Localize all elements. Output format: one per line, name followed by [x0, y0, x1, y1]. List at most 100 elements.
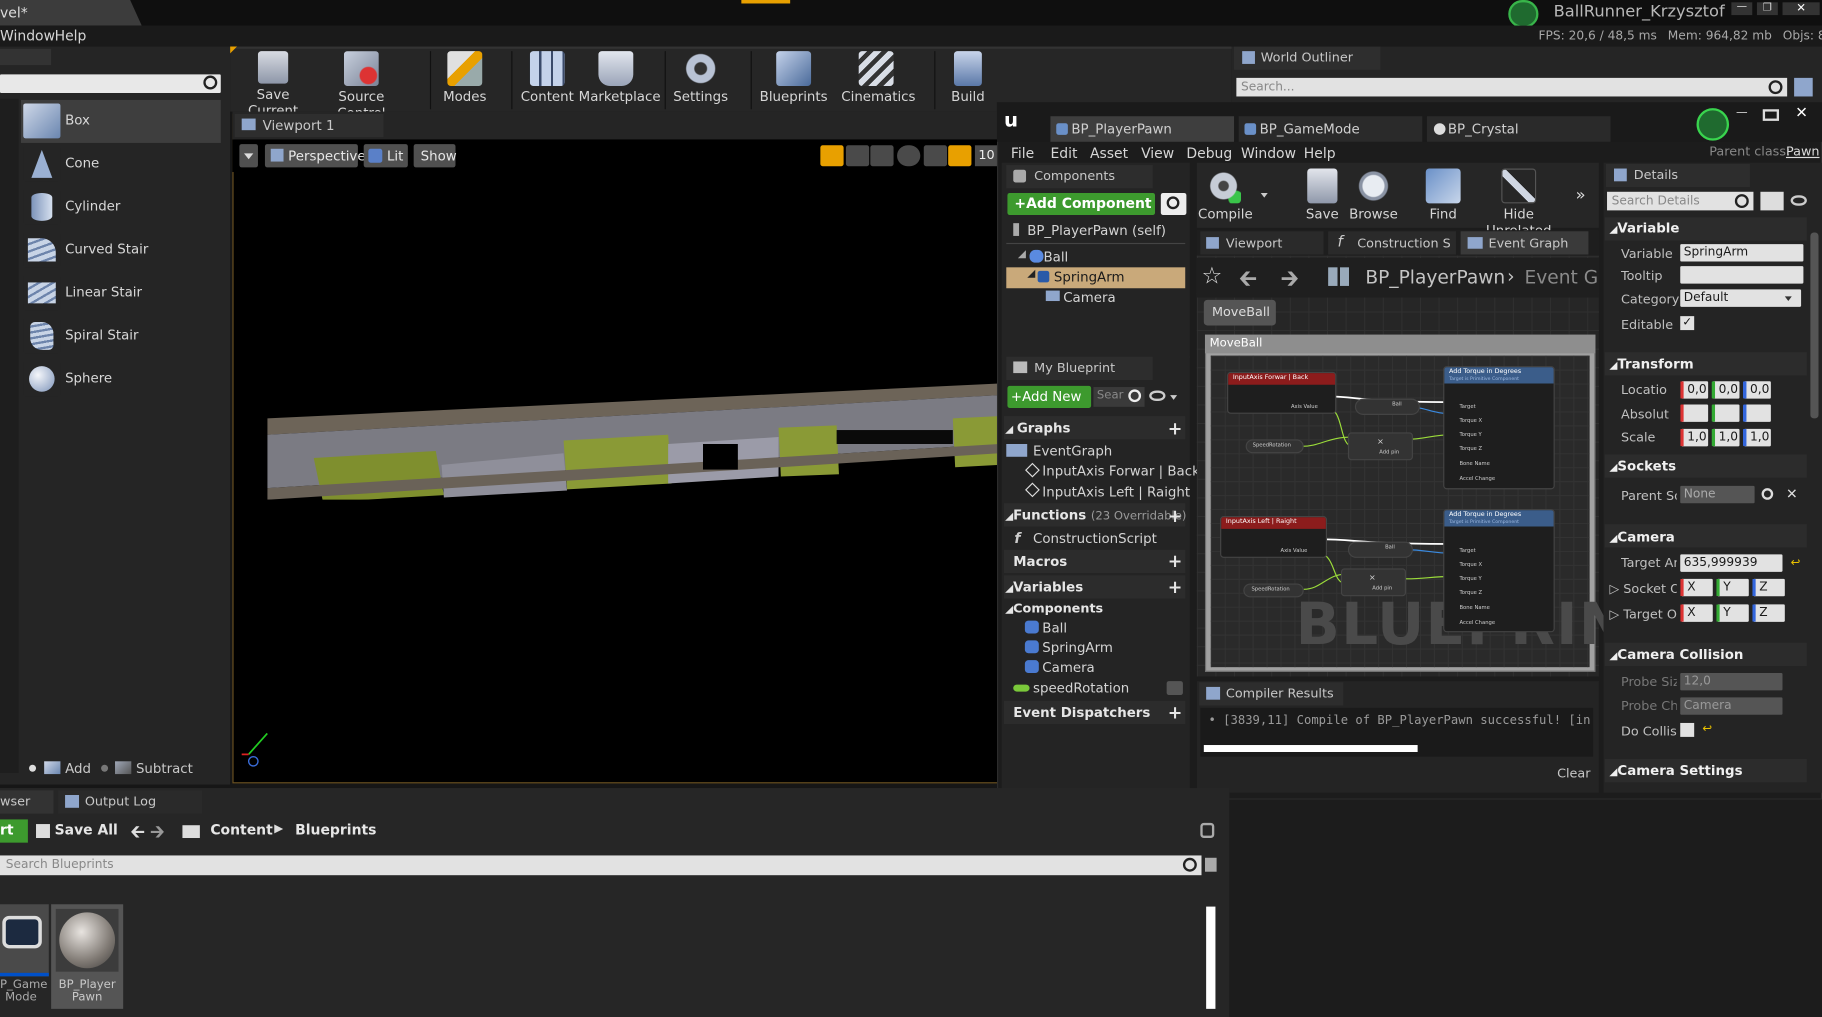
graphs-header[interactable]: ◢ Graphs [1005, 420, 1070, 436]
rotation-x[interactable] [1680, 404, 1709, 422]
scale-label[interactable]: Scale [1621, 430, 1655, 445]
event-dispatchers-header[interactable]: Event Dispatchers [1013, 704, 1150, 720]
bone-name-pin[interactable]: Bone Name [1459, 606, 1489, 612]
torque-x-pin[interactable]: Torque X [1459, 418, 1482, 424]
construction-script-item[interactable]: ConstructionScript [1033, 530, 1157, 546]
property-matrix-icon[interactable] [1760, 191, 1784, 211]
place-item-spiral-stair[interactable]: Spiral Stair [21, 315, 221, 357]
breadcrumb-event-graph[interactable]: Event G [1525, 266, 1599, 288]
location-label[interactable]: Locatio [1621, 382, 1667, 397]
var-ball[interactable]: Ball [1042, 620, 1067, 636]
event-left-item[interactable]: InputAxis Left | Raight [1042, 484, 1190, 500]
probe-size-input[interactable]: 12,0 [1680, 672, 1783, 691]
location-y[interactable]: 0,0 [1711, 381, 1740, 399]
reset-icon[interactable]: ↩ [1702, 723, 1712, 736]
bp-menu-window[interactable]: Window [1241, 145, 1296, 161]
add-component-button[interactable]: +Add Component [1007, 192, 1156, 216]
scale-z[interactable]: 1,0 [1742, 428, 1771, 447]
source-control-button[interactable]: Source Control [316, 51, 407, 121]
torque-y-pin[interactable]: Torque Y [1459, 576, 1481, 582]
torque-x-pin[interactable]: Torque X [1459, 563, 1482, 569]
components-search-button[interactable] [1160, 192, 1187, 216]
save-current-button[interactable]: Save Current [237, 51, 309, 119]
menu-help[interactable]: Help [55, 28, 87, 44]
clear-button[interactable]: Clear [1557, 766, 1590, 781]
bone-name-pin[interactable]: Bone Name [1459, 461, 1489, 467]
place-category-tab[interactable] [0, 48, 52, 66]
blueprints-button[interactable]: Blueprints [758, 51, 830, 105]
surface-snap-icon[interactable] [923, 145, 948, 167]
parent-socket-input[interactable]: None [1680, 485, 1755, 504]
place-item-linear-stair[interactable]: Linear Stair [21, 272, 221, 314]
bp-tab-playerpawn[interactable]: BP_PlayerPawn [1050, 116, 1235, 142]
menu-window[interactable]: Window [0, 28, 55, 44]
subtract-radio[interactable] [101, 764, 109, 772]
grid-snap-value[interactable]: 10 [974, 145, 999, 167]
breadcrumb-bp[interactable]: BP_PlayerPawn [1365, 266, 1505, 288]
var-camera[interactable]: Camera [1042, 659, 1094, 675]
bp-minimize-button[interactable]: — [1736, 108, 1755, 121]
scale-y[interactable]: 1,0 [1711, 428, 1740, 447]
path-content[interactable]: Content [210, 822, 272, 838]
tree-item-springarm[interactable]: SpringArm [1054, 268, 1125, 284]
eye-icon[interactable] [1149, 390, 1166, 401]
event-graph-item[interactable]: EventGraph [1033, 443, 1112, 459]
remove-variable-icon[interactable] [1166, 681, 1183, 696]
asset-gamemode-thumbnail[interactable] [0, 904, 49, 977]
place-item-sphere[interactable]: Sphere [21, 358, 221, 400]
bp-menu-edit[interactable]: Edit [1050, 145, 1077, 161]
close-button[interactable]: ✕ [1782, 2, 1820, 16]
ball-getter-node[interactable] [1347, 541, 1413, 558]
rotation-y[interactable] [1711, 404, 1740, 422]
path-blueprints[interactable]: Blueprints [295, 822, 376, 838]
category-select[interactable]: Default [1680, 289, 1802, 307]
hide-unrelated-button[interactable]: Hide Unrelated [1476, 168, 1562, 238]
filter-icon[interactable] [1204, 857, 1217, 872]
details-scrollbar[interactable] [1810, 232, 1819, 419]
world-local-icon[interactable] [897, 145, 921, 167]
scale-x[interactable]: 1,0 [1680, 428, 1709, 447]
source-control-icon[interactable] [1696, 108, 1730, 141]
marketplace-button[interactable]: Marketplace [579, 51, 661, 105]
event-forward-item[interactable]: InputAxis Forwar | Back [1042, 463, 1200, 479]
add-dispatcher-button[interactable]: + [1168, 704, 1183, 721]
modes-button[interactable]: Modes [437, 51, 493, 105]
compile-button[interactable]: Compile [1198, 168, 1253, 222]
place-item-curved-stair[interactable]: Curved Stair [21, 229, 221, 271]
chevron-down-icon[interactable] [1260, 192, 1268, 198]
translate-tool-icon[interactable] [820, 145, 844, 167]
content-button[interactable]: Content [518, 51, 576, 105]
do-collision-checkbox[interactable] [1680, 722, 1695, 737]
level-tab[interactable]: vel* [0, 0, 142, 26]
add-function-button[interactable]: + [1168, 507, 1183, 524]
variable-section[interactable]: ◢Variable [1609, 220, 1679, 236]
bp-menu-view[interactable]: View [1141, 145, 1174, 161]
place-item-cone[interactable]: Cone [21, 143, 221, 185]
moveball-bookmark[interactable]: MoveBall [1203, 299, 1276, 326]
location-z[interactable]: 0,0 [1742, 381, 1771, 399]
components-category[interactable]: ◢Components [1005, 601, 1103, 616]
target-pin[interactable]: Target [1459, 404, 1475, 410]
reset-icon[interactable]: ↩ [1791, 557, 1801, 570]
torque-z-pin[interactable]: Torque Z [1459, 446, 1482, 452]
viewport-options-button[interactable] [239, 144, 258, 168]
content-search-input[interactable] [0, 855, 1202, 876]
accel-change-pin[interactable]: Accel Change [1459, 477, 1495, 483]
build-button[interactable]: Build [941, 51, 994, 105]
expand-arrow-icon[interactable]: ◢ [1018, 249, 1026, 261]
expand-arrow-icon[interactable]: ◢ [1027, 268, 1035, 280]
target-offset-x[interactable]: X [1680, 604, 1713, 622]
socket-offset-label[interactable]: ▷ Socket Off [1609, 581, 1676, 596]
camera-section[interactable]: ◢Camera [1609, 529, 1674, 545]
clear-icon[interactable]: ✕ [1786, 486, 1798, 502]
outliner-options-icon[interactable] [1794, 77, 1813, 97]
favorite-star-icon[interactable]: ☆ [1201, 262, 1222, 290]
absolute-label[interactable]: Absolut [1621, 407, 1669, 422]
rotation-z[interactable] [1742, 404, 1771, 422]
place-search-input[interactable] [0, 74, 221, 93]
bp-tab-gamemode[interactable]: BP_GameMode [1238, 116, 1423, 142]
import-button[interactable]: rt [0, 819, 28, 843]
target-offset-y[interactable]: Y [1716, 604, 1749, 622]
location-x[interactable]: 0,0 [1680, 381, 1709, 399]
sockets-section[interactable]: ◢Sockets [1609, 458, 1676, 474]
